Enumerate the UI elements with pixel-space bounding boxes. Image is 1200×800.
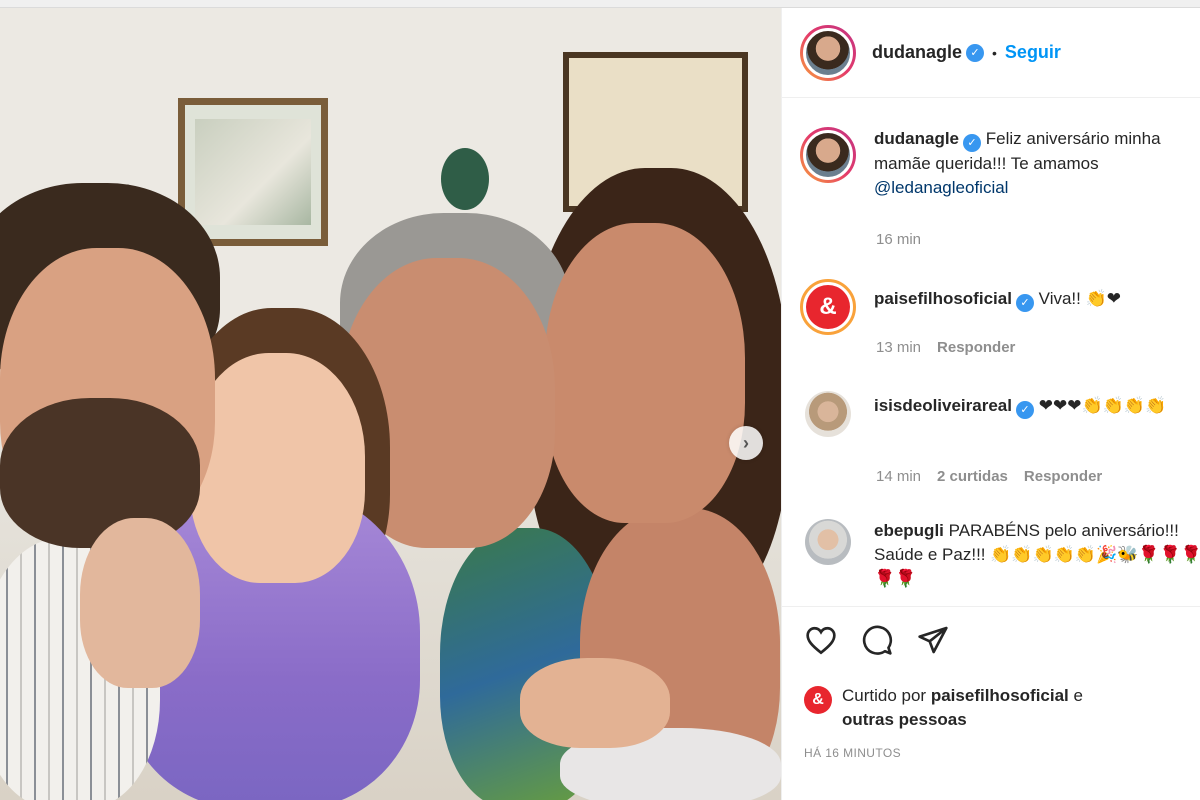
post-action-bar [782, 606, 1200, 672]
comment-text: isisdeoliveirareal ✓ ❤❤❤👏👏👏👏 [874, 391, 1200, 437]
post-photo[interactable]: › [0, 8, 781, 800]
comment-emojis: ❤❤❤👏👏👏👏 [1038, 396, 1167, 416]
verified-badge-icon: ✓ [963, 134, 982, 152]
likes-others-link[interactable]: outras pessoas [842, 710, 967, 729]
commenter-avatar[interactable] [805, 519, 851, 565]
commenter-avatar[interactable] [805, 391, 851, 437]
comment-likes-count[interactable]: 2 curtidas [937, 468, 1008, 485]
comment-time[interactable]: 13 min [876, 339, 921, 356]
caption-avatar[interactable] [800, 127, 856, 183]
liker-username[interactable]: paisefilhosoficial [931, 686, 1069, 705]
share-send-icon[interactable] [916, 623, 950, 657]
post-timestamp[interactable]: HÁ 16 MINUTOS [804, 746, 901, 760]
comment-meta: 14 min 2 curtidas Responder [876, 468, 1102, 485]
comment-emojis: 👏❤ [1085, 289, 1122, 309]
liker-avatar-ampersand-icon[interactable]: & [804, 686, 832, 714]
comment-username[interactable]: isisdeoliveirareal [874, 396, 1012, 415]
comment-row: & paisefilhosoficial ✓ Viva!! 👏❤ [800, 279, 1200, 335]
comment-bubble-icon[interactable] [860, 623, 894, 657]
separator-dot: • [992, 44, 997, 61]
follow-button[interactable]: Seguir [1005, 42, 1061, 63]
photo-hand [520, 658, 670, 748]
likes-summary: & Curtido por paisefilhosoficial e outra… [804, 684, 1083, 732]
caption-time[interactable]: 16 min [876, 231, 921, 248]
comment-username[interactable]: paisefilhosoficial [874, 289, 1012, 308]
comment-time[interactable]: 14 min [876, 468, 921, 485]
photo-child-arm [80, 518, 200, 688]
caption-text: dudanagle ✓ Feliz aniversário minha mamãe… [874, 127, 1200, 200]
reply-button[interactable]: Responder [937, 339, 1015, 356]
likes-prefix: Curtido por [842, 686, 927, 705]
browser-top-strip [0, 0, 1200, 8]
author-username[interactable]: dudanagle [872, 42, 962, 63]
post-header: dudanagle ✓ • Seguir [782, 8, 1200, 98]
like-heart-icon[interactable] [804, 623, 838, 657]
comment-text: ebepugli PARABÉNS pelo aniversário!!! Sa… [874, 519, 1200, 591]
photo-person-woman-face [545, 223, 745, 523]
author-avatar[interactable] [800, 24, 856, 81]
likes-conj: e [1073, 686, 1083, 705]
caption-mention-link[interactable]: @ledanagleoficial [874, 178, 1008, 197]
caption-meta: 16 min [876, 231, 921, 248]
caption-row: dudanagle ✓ Feliz aniversário minha mamãe… [800, 127, 1200, 200]
comment-row: ebepugli PARABÉNS pelo aniversário!!! Sa… [800, 519, 1200, 591]
comment-meta: 13 min Responder [876, 339, 1015, 356]
verified-badge-icon: ✓ [1015, 401, 1034, 419]
photo-person-child-face [190, 353, 365, 583]
comment-text: paisefilhosoficial ✓ Viva!! 👏❤ [874, 279, 1200, 335]
post-sidebar: dudanagle ✓ • Seguir dudanagle ✓ Feliz an… [781, 8, 1200, 800]
comment-body: Viva!! [1038, 289, 1081, 308]
comment-username[interactable]: ebepugli [874, 521, 944, 540]
photo-wall-plate [441, 148, 489, 210]
verified-badge-icon: ✓ [966, 43, 985, 62]
caption-username[interactable]: dudanagle [874, 129, 959, 148]
reply-button[interactable]: Responder [1024, 468, 1102, 485]
verified-badge-icon: ✓ [1015, 294, 1034, 312]
comment-row: isisdeoliveirareal ✓ ❤❤❤👏👏👏👏 [800, 391, 1200, 437]
ampersand-logo-icon: & [806, 285, 850, 329]
chevron-right-icon: › [743, 432, 749, 453]
carousel-next-button[interactable]: › [729, 426, 763, 460]
comments-list: dudanagle ✓ Feliz aniversário minha mamãe… [782, 99, 1200, 607]
commenter-avatar[interactable]: & [800, 279, 856, 335]
